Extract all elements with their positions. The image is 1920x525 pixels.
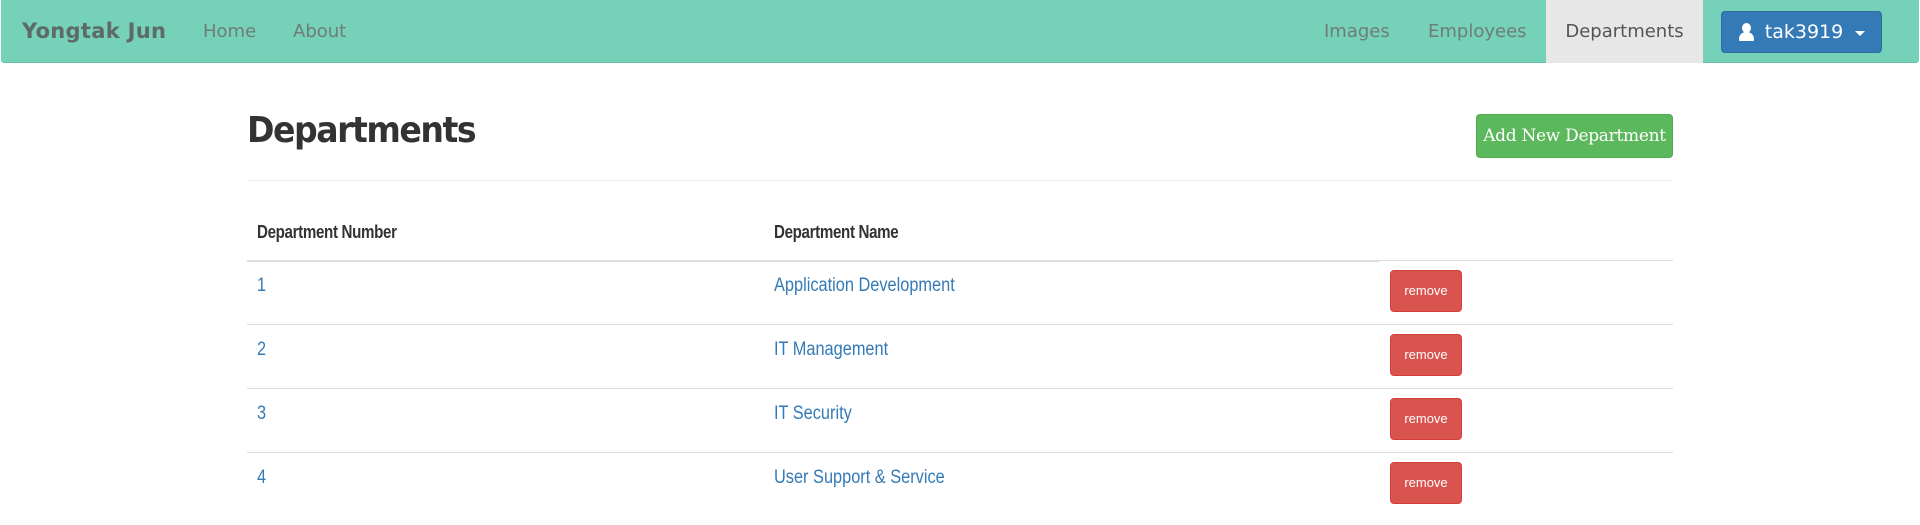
department-number-link[interactable]: 3 — [257, 403, 266, 425]
remove-button[interactable]: remove — [1390, 334, 1462, 376]
column-header-name: Department Name — [774, 222, 899, 242]
nav-home[interactable]: Home — [203, 0, 256, 63]
brand-link[interactable]: Yongtak Jun — [22, 0, 166, 63]
add-department-button[interactable]: Add New Department — [1476, 114, 1673, 158]
department-name-link[interactable]: IT Security — [774, 403, 852, 425]
nav-departments[interactable]: Departments — [1546, 0, 1703, 63]
nav-employees[interactable]: Employees — [1428, 0, 1527, 63]
user-icon — [1738, 23, 1755, 41]
department-name-link[interactable]: User Support & Service — [774, 467, 945, 489]
remove-button[interactable]: remove — [1390, 462, 1462, 504]
row-divider — [247, 388, 1673, 389]
column-header-number: Department Number — [257, 222, 397, 242]
row-divider — [247, 260, 1673, 261]
table-row: 3 IT Security remove — [247, 388, 1673, 452]
department-number-link[interactable]: 2 — [257, 339, 266, 361]
navbar: Yongtak Jun Home About Images Employees … — [1, 0, 1919, 63]
row-divider — [247, 452, 1673, 453]
page-title: Departments — [247, 110, 477, 151]
department-number-link[interactable]: 1 — [257, 275, 266, 297]
user-name: tak3919 — [1764, 21, 1844, 43]
table-row: 4 User Support & Service remove — [247, 452, 1673, 516]
caret-down-icon — [1855, 30, 1866, 36]
nav-about[interactable]: About — [293, 0, 346, 63]
department-name-link[interactable]: IT Management — [774, 339, 888, 361]
remove-button[interactable]: remove — [1390, 398, 1462, 440]
row-divider — [247, 324, 1673, 325]
remove-button[interactable]: remove — [1390, 270, 1462, 312]
department-name-link[interactable]: Application Development — [774, 275, 955, 297]
table-row: 1 Application Development remove — [247, 260, 1673, 324]
nav-images[interactable]: Images — [1324, 0, 1390, 63]
header-divider — [247, 180, 1673, 181]
user-menu-button[interactable]: tak3919 — [1721, 11, 1882, 53]
department-number-link[interactable]: 4 — [257, 467, 266, 489]
table-row: 2 IT Management remove — [247, 324, 1673, 388]
